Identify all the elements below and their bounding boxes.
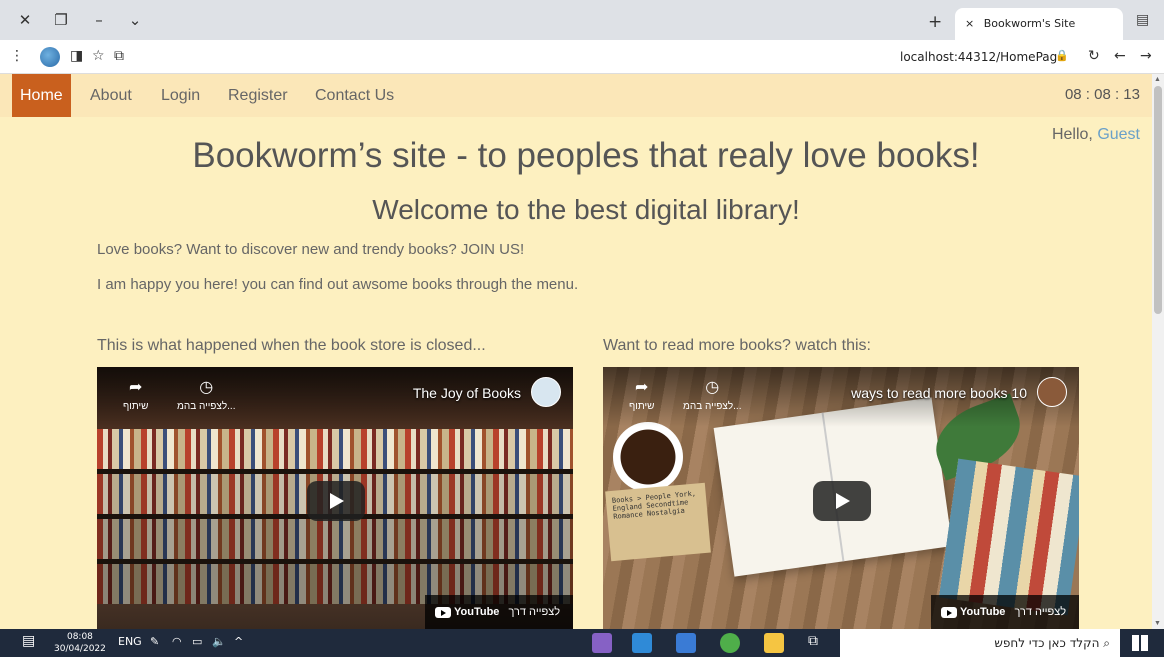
window-minimize-icon[interactable]: – [88,9,110,31]
windows-start-icon[interactable] [1132,635,1148,651]
watch-on-youtube-button[interactable]: YouTube לצפייה דרך [425,595,573,629]
nav-login[interactable]: Login [153,74,208,117]
language-indicator[interactable]: ENG [118,635,142,648]
battery-icon[interactable]: ▭ [192,635,202,648]
chrome-icon[interactable] [720,633,740,653]
new-tab-button[interactable]: + [928,12,942,32]
reload-icon[interactable]: ↻ [1088,48,1100,64]
profile-avatar[interactable] [40,47,60,67]
video-player-2[interactable]: Books > People York, England Secondtime … [603,367,1079,629]
taskbar-date: 30/04/2022 [54,644,106,654]
play-button[interactable] [813,481,871,521]
tab-search-dropdown-icon[interactable]: ⌄ [124,9,146,31]
thumbnail-tag: Books > People York, England Secondtime … [605,482,711,562]
url-field[interactable]: localhost:44312/HomePage [900,50,1065,64]
scroll-up-icon[interactable]: ▲ [1154,76,1161,83]
watch-later-button[interactable]: ◷ לצפייה בהמ... [177,377,236,412]
clock-icon: ◷ [705,379,720,396]
search-icon: ⌕ [1103,636,1110,650]
nav-register[interactable]: Register [220,74,296,117]
site-navbar: Home About Login Register Contact Us 08 … [0,74,1152,117]
search-placeholder: הקלד כאן כדי לחפש [994,636,1100,650]
intro-line-1: Love books? Want to discover new and tre… [97,241,525,258]
watch-later-label: לצפייה בהמ... [683,401,742,412]
share-icon: ➦ [635,379,649,396]
visual-studio-icon[interactable] [592,633,612,653]
channel-avatar[interactable] [531,377,561,407]
scrollbar-thumb[interactable] [1154,86,1162,314]
clock-icon: ◷ [199,379,214,396]
taskbar-search[interactable]: הקלד כאן כדי לחפש ⌕ [840,629,1120,657]
watch-on-youtube-button[interactable]: YouTube לצפייה דרך [931,595,1079,629]
nav-about[interactable]: About [82,74,140,117]
video-title[interactable]: ways to read more books 10 [851,385,1027,401]
sidebar-icon[interactable]: ◨ [70,48,83,64]
notification-icon[interactable]: ▤ [22,633,35,649]
share-label: שיתוף [629,401,655,412]
video-caption-1: This is what happened when the book stor… [97,337,486,354]
taskbar-clock[interactable]: 08:08 30/04/2022 [54,631,106,655]
collections-icon[interactable]: ⧉ [114,48,124,64]
video-player-1[interactable]: ➦ שיתוף ◷ לצפייה בהמ... The Joy of Books Y… [97,367,573,629]
back-arrow-icon[interactable]: ← [1114,48,1126,64]
tab-close-icon[interactable]: × [965,17,974,30]
thumbnail-mug [613,422,683,492]
browser-tab-strip: ✕ ❐ – ⌄ + × Bookworm's Site ▤ [0,0,1164,40]
youtube-brand: YouTube [960,606,1006,618]
lock-icon[interactable]: 🔒 [1055,49,1069,62]
browser-tab[interactable]: × Bookworm's Site [955,8,1123,40]
vscode-icon[interactable] [632,633,652,653]
pen-icon[interactable]: ✎ [150,635,159,648]
reading-mode-icon[interactable]: ▤ [1136,12,1149,28]
taskbar-time: 08:08 [66,632,93,642]
window-close-icon[interactable]: ✕ [14,9,36,31]
page-scrollbar[interactable]: ▲ ▼ [1152,74,1164,629]
clock: 08 : 08 : 13 [1064,86,1140,103]
wifi-icon[interactable]: ◠ [172,635,182,648]
thumbnail-books-row [97,429,573,469]
store-icon[interactable] [676,633,696,653]
page-subtitle: Welcome to the best digital library! [372,194,800,225]
intro-line-2: I am happy you here! you can find out aw… [97,276,579,293]
watch-later-button[interactable]: ◷ לצפייה בהמ... [683,377,742,412]
watch-on-label: לצפייה דרך [508,606,561,618]
file-explorer-icon[interactable] [764,633,784,653]
youtube-brand: YouTube [454,606,500,618]
share-button[interactable]: ➦ שיתוף [629,377,654,412]
video-title[interactable]: The Joy of Books [413,385,521,401]
thumbnail-book-stack [938,458,1079,616]
chevron-up-icon[interactable]: ^ [234,635,243,648]
star-bookmark-icon[interactable]: ☆ [92,48,105,64]
watch-later-label: לצפייה בהמ... [177,401,236,412]
menu-dots-icon[interactable]: ⋮ [10,48,24,64]
share-icon: ➦ [129,379,143,396]
window-restore-icon[interactable]: ❐ [50,9,72,31]
channel-avatar[interactable] [1037,377,1067,407]
youtube-logo-icon [435,606,451,618]
nav-contact-us[interactable]: Contact Us [307,74,402,117]
volume-icon[interactable]: 🔈 [212,635,226,648]
taskbar: ▤ 08:08 30/04/2022 ENG ✎ ◠ ▭ 🔈 ^ ⧉ הקלד … [0,629,1164,657]
scroll-down-icon[interactable]: ▼ [1154,620,1161,627]
page-title: Bookworm’s site - to peoples that realy … [192,136,980,175]
task-view-icon[interactable]: ⧉ [808,633,818,649]
page-content: Home About Login Register Contact Us 08 … [0,74,1152,629]
youtube-logo-icon [941,606,957,618]
watch-on-label: לצפייה דרך [1014,606,1067,618]
address-bar: ⋮ ◨ ☆ ⧉ localhost:44312/HomePage 🔒 ↻ ← → [0,40,1164,74]
video-caption-2: Want to read more books? watch this: [603,337,871,354]
share-label: שיתוף [123,401,149,412]
thumbnail-books-row [97,519,573,559]
tab-title: Bookworm's Site [983,17,1076,30]
forward-arrow-icon[interactable]: → [1140,48,1152,64]
play-button[interactable] [307,481,365,521]
share-button[interactable]: ➦ שיתוף [123,377,148,412]
nav-home[interactable]: Home [12,74,71,117]
